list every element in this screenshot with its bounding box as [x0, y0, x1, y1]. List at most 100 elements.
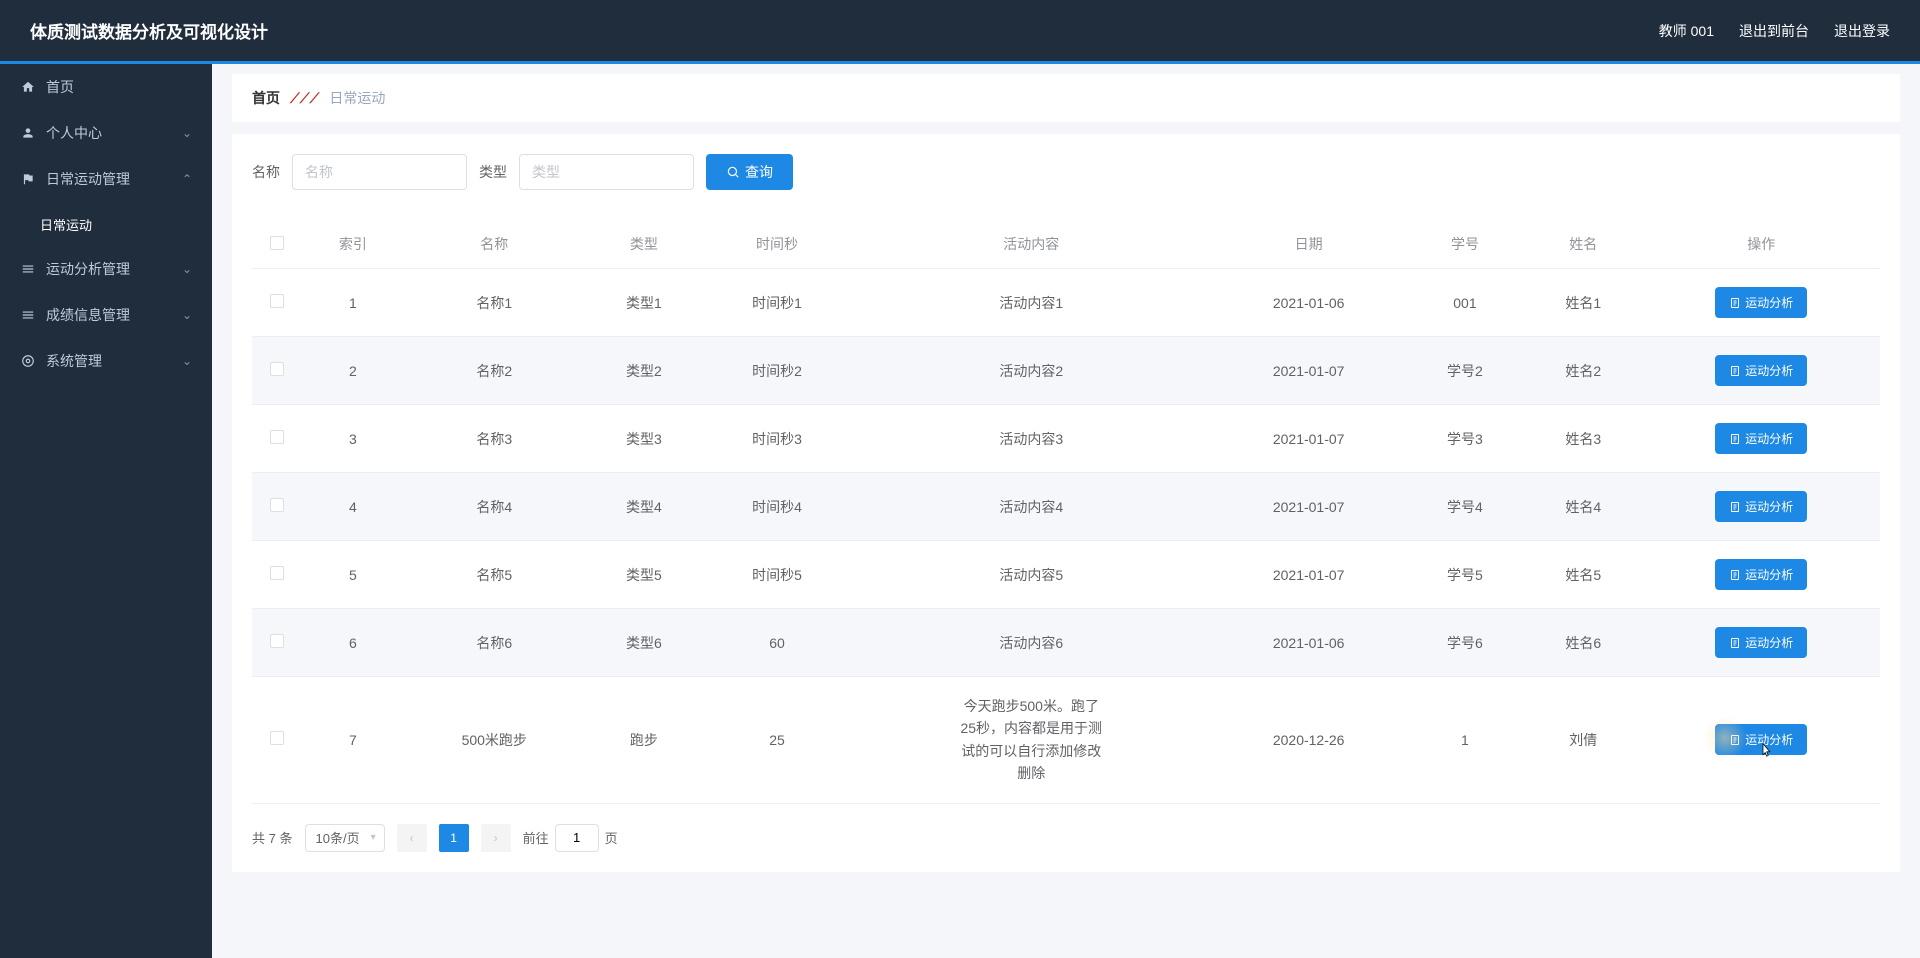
- analyze-button-label: 运动分析: [1745, 731, 1793, 748]
- table-cell-content: 今天跑步500米。跑了25秒，内容都是用于测试的可以自行添加修改删除: [851, 677, 1211, 804]
- analyze-button[interactable]: 运动分析: [1715, 355, 1807, 386]
- table-cell-index: 3: [302, 405, 404, 473]
- analyze-button[interactable]: 运动分析: [1715, 724, 1807, 755]
- analyze-button[interactable]: 运动分析: [1715, 423, 1807, 454]
- user-name[interactable]: 教师 001: [1659, 21, 1714, 41]
- sidebar-item-label: 运动分析管理: [46, 259, 182, 279]
- table-cell-sname: 姓名2: [1524, 337, 1642, 405]
- table-cell-type: 类型5: [585, 541, 703, 609]
- search-button[interactable]: 查询: [706, 154, 793, 190]
- table-cell-type: 类型6: [585, 609, 703, 677]
- table-cell-content: 活动内容6: [851, 609, 1211, 677]
- table-cell-action: 运动分析: [1642, 541, 1880, 609]
- table-cell-date: 2021-01-06: [1212, 269, 1406, 337]
- table-cell-date: 2021-01-07: [1212, 541, 1406, 609]
- sidebar-item-label: 日常运动管理: [46, 169, 182, 189]
- gear-icon: [20, 353, 36, 369]
- sidebar-subitem-daily-sport[interactable]: 日常运动: [0, 202, 212, 246]
- table-cell-sno: 学号6: [1406, 609, 1524, 677]
- table-cell-checkbox: [252, 677, 302, 804]
- table-cell-content: 活动内容1: [851, 269, 1211, 337]
- row-checkbox[interactable]: [270, 731, 284, 745]
- app-title: 体质测试数据分析及可视化设计: [30, 18, 268, 43]
- sidebar-item-grade-info[interactable]: 成绩信息管理 ⌄: [0, 292, 212, 338]
- table-cell-name: 名称4: [404, 473, 585, 541]
- analyze-button[interactable]: 运动分析: [1715, 627, 1807, 658]
- table-row: 5名称5类型5时间秒5活动内容52021-01-07学号5姓名5运动分析: [252, 541, 1880, 609]
- table-cell-sname: 刘倩: [1524, 677, 1642, 804]
- sidebar-item-sport-analysis[interactable]: 运动分析管理 ⌄: [0, 246, 212, 292]
- sidebar-item-home[interactable]: 首页: [0, 64, 212, 110]
- document-icon: [1729, 734, 1741, 746]
- table-cell-index: 6: [302, 609, 404, 677]
- page-next-button[interactable]: ›: [481, 824, 511, 852]
- table-cell-content: 活动内容3: [851, 405, 1211, 473]
- filter-bar: 名称 类型 查询: [252, 154, 1880, 190]
- table-cell-sname: 姓名3: [1524, 405, 1642, 473]
- back-to-front-link[interactable]: 退出到前台: [1739, 21, 1809, 41]
- table-cell-time: 时间秒3: [703, 405, 851, 473]
- chevron-down-icon: ⌄: [182, 126, 192, 140]
- table-row: 4名称4类型4时间秒4活动内容42021-01-07学号4姓名4运动分析: [252, 473, 1880, 541]
- table-cell-sno: 001: [1406, 269, 1524, 337]
- row-checkbox[interactable]: [270, 566, 284, 580]
- table-cell-date: 2021-01-06: [1212, 609, 1406, 677]
- select-all-checkbox[interactable]: [270, 236, 284, 250]
- sidebar: 首页 个人中心 ⌄ 日常运动管理 ⌃ 日常运动 运动分析管理 ⌄: [0, 64, 212, 958]
- analyze-button[interactable]: 运动分析: [1715, 559, 1807, 590]
- table-cell-sno: 1: [1406, 677, 1524, 804]
- row-checkbox[interactable]: [270, 498, 284, 512]
- table-cell-time: 时间秒2: [703, 337, 851, 405]
- logout-link[interactable]: 退出登录: [1834, 21, 1890, 41]
- sidebar-item-label: 个人中心: [46, 123, 182, 143]
- sidebar-item-profile[interactable]: 个人中心 ⌄: [0, 110, 212, 156]
- analyze-button-label: 运动分析: [1745, 362, 1793, 379]
- filter-type-label: 类型: [479, 162, 507, 182]
- filter-name-input[interactable]: [292, 154, 467, 190]
- user-icon: [20, 125, 36, 141]
- table-row: 3名称3类型3时间秒3活动内容32021-01-07学号3姓名3运动分析: [252, 405, 1880, 473]
- row-checkbox[interactable]: [270, 634, 284, 648]
- sidebar-item-system[interactable]: 系统管理 ⌄: [0, 338, 212, 384]
- page-goto-input[interactable]: [555, 824, 599, 852]
- pagination-total: 共 7 条: [252, 828, 293, 847]
- analyze-button[interactable]: 运动分析: [1715, 491, 1807, 522]
- table-row: 7500米跑步跑步25今天跑步500米。跑了25秒，内容都是用于测试的可以自行添…: [252, 677, 1880, 804]
- search-icon: [726, 165, 740, 179]
- table-cell-sno: 学号3: [1406, 405, 1524, 473]
- table-cell-action: 运动分析: [1642, 609, 1880, 677]
- table-header-name: 名称: [404, 220, 585, 269]
- table-cell-type: 类型3: [585, 405, 703, 473]
- sidebar-item-daily-sport[interactable]: 日常运动管理 ⌃: [0, 156, 212, 202]
- settings-icon: [20, 307, 36, 323]
- page-prev-button[interactable]: ‹: [397, 824, 427, 852]
- chevron-down-icon: ⌄: [182, 308, 192, 322]
- document-icon: [1729, 433, 1741, 445]
- data-table: 索引 名称 类型 时间秒 活动内容 日期 学号 姓名 操作 1名称1类型1时间秒…: [252, 220, 1880, 804]
- table-header-action: 操作: [1642, 220, 1880, 269]
- row-checkbox[interactable]: [270, 362, 284, 376]
- table-header-index: 索引: [302, 220, 404, 269]
- row-checkbox[interactable]: [270, 294, 284, 308]
- table-cell-action: 运动分析: [1642, 677, 1880, 804]
- table-cell-index: 2: [302, 337, 404, 405]
- page-number-button[interactable]: 1: [439, 824, 469, 852]
- breadcrumb-separator-icon: ⟋⟋⟋: [290, 90, 319, 107]
- table-cell-time: 时间秒1: [703, 269, 851, 337]
- page-size-select[interactable]: 10条/页: [305, 824, 385, 852]
- table-cell-type: 类型4: [585, 473, 703, 541]
- table-cell-checkbox: [252, 269, 302, 337]
- document-icon: [1729, 569, 1741, 581]
- table-cell-sname: 姓名6: [1524, 609, 1642, 677]
- row-checkbox[interactable]: [270, 430, 284, 444]
- analyze-button[interactable]: 运动分析: [1715, 287, 1807, 318]
- breadcrumb-home[interactable]: 首页: [252, 88, 280, 108]
- analyze-button-label: 运动分析: [1745, 498, 1793, 515]
- table-cell-action: 运动分析: [1642, 405, 1880, 473]
- main-content: 首页 ⟋⟋⟋ 日常运动 名称 类型 查询: [212, 64, 1920, 958]
- table-cell-checkbox: [252, 473, 302, 541]
- document-icon: [1729, 637, 1741, 649]
- filter-type-input[interactable]: [519, 154, 694, 190]
- table-cell-name: 名称5: [404, 541, 585, 609]
- table-header-time: 时间秒: [703, 220, 851, 269]
